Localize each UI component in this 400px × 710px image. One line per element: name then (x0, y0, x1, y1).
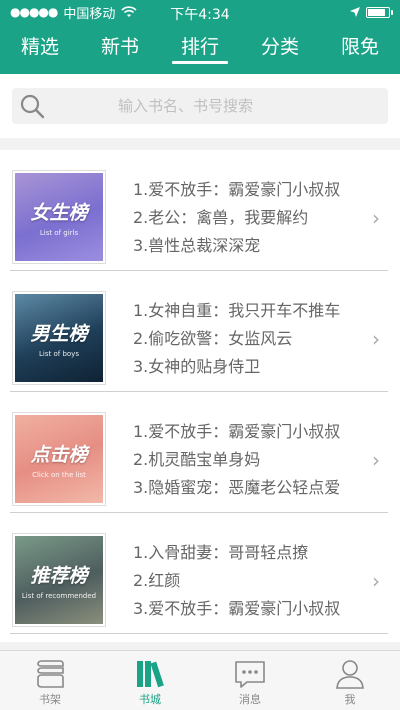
divider (10, 633, 388, 634)
message-icon (235, 661, 265, 688)
cover-subtitle: List of girls (39, 228, 79, 237)
tabbar-label: 消息 (239, 693, 261, 706)
chevron-right-icon: › (372, 569, 380, 593)
status-time: 下午4:34 (170, 7, 230, 23)
tabbar-bookshelf[interactable]: 书架 (5, 651, 95, 710)
ranking-list: 女生榜 List of girls 1.爱不放手：霸爱豪门小叔叔 2.老公：禽兽… (0, 150, 400, 642)
cover-title: 推荐榜 (30, 564, 88, 587)
tab-free[interactable]: 限免 (320, 28, 400, 66)
search-box[interactable] (12, 88, 388, 124)
ranking-line[interactable]: 1.女神自重：我只开车不推车 (133, 297, 383, 325)
search-area (0, 74, 400, 138)
cover-recommended: 推荐榜 List of recommended (12, 533, 106, 627)
profile-icon (336, 660, 364, 689)
battery-icon (366, 6, 393, 18)
ranking-line[interactable]: 2.红颜 (133, 567, 383, 595)
tab-categories[interactable]: 分类 (240, 28, 320, 66)
chevron-right-icon: › (372, 206, 380, 230)
ranking-line[interactable]: 3.女神的贴身侍卫 (133, 353, 383, 381)
search-icon (20, 94, 45, 119)
ranking-item-recommended[interactable]: 推荐榜 List of recommended 1.入骨甜妻：哥哥轻点撩 2.红… (0, 513, 400, 634)
cover-subtitle: List of recommended (21, 591, 97, 600)
tab-new-books[interactable]: 新书 (80, 28, 160, 66)
header: ●●●●● 中国移动 下午4:34 精选 新书 排行 分类 限免 (0, 0, 400, 74)
ranking-line[interactable]: 2.老公：禽兽，我要解约 (133, 204, 383, 232)
ranking-item-girls[interactable]: 女生榜 List of girls 1.爱不放手：霸爱豪门小叔叔 2.老公：禽兽… (0, 150, 400, 271)
cover-title: 男生榜 (30, 322, 88, 345)
chevron-right-icon: › (372, 448, 380, 472)
ranking-line[interactable]: 3.隐婚蜜宠：恶魔老公轻点爱 (133, 474, 383, 502)
cover-clicks: 点击榜 Click on the list (12, 412, 106, 506)
cover-title: 女生榜 (30, 201, 88, 224)
ranking-line[interactable]: 1.入骨甜妻：哥哥轻点撩 (133, 539, 383, 567)
cover-boys: 男生榜 List of boys (12, 291, 106, 385)
ranking-line[interactable]: 1.爱不放手：霸爱豪门小叔叔 (133, 176, 383, 204)
tabbar-label: 我 (344, 693, 356, 706)
chevron-right-icon: › (372, 327, 380, 351)
tabbar-messages[interactable]: 消息 (205, 651, 295, 710)
category-tabs: 精选 新书 排行 分类 限免 (0, 34, 400, 74)
ranking-line[interactable]: 3.爱不放手：霸爱豪门小叔叔 (133, 595, 383, 623)
search-input[interactable] (118, 97, 358, 115)
tabbar-bookstore[interactable]: 书城 (105, 651, 195, 710)
bookshelf-icon (37, 660, 64, 688)
tab-rankings[interactable]: 排行 (160, 28, 240, 66)
cover-girls: 女生榜 List of girls (12, 170, 106, 264)
ranking-line[interactable]: 1.爱不放手：霸爱豪门小叔叔 (133, 418, 383, 446)
cover-title: 点击榜 (30, 443, 88, 466)
ranking-line[interactable]: 2.机灵酷宝单身妈 (133, 446, 383, 474)
bookstore-icon (137, 661, 164, 688)
cover-subtitle: Click on the list (32, 470, 86, 479)
ranking-item-clicks[interactable]: 点击榜 Click on the list 1.爱不放手：霸爱豪门小叔叔 2.机… (0, 392, 400, 513)
tabbar-label: 书城 (139, 693, 161, 706)
ranking-line[interactable]: 3.兽性总裁深深宠 (133, 232, 383, 260)
bottom-tab-bar: 书架 书城 消息 我 (0, 650, 400, 710)
tabbar-label: 书架 (39, 693, 61, 706)
tab-featured[interactable]: 精选 (0, 28, 80, 66)
ranking-item-boys[interactable]: 男生榜 List of boys 1.女神自重：我只开车不推车 2.偷吃欲警：女… (0, 271, 400, 392)
status-bar: ●●●●● 中国移动 下午4:34 (0, 0, 400, 24)
tabbar-profile[interactable]: 我 (305, 651, 395, 710)
ranking-line[interactable]: 2.偷吃欲警：女监风云 (133, 325, 383, 353)
cover-subtitle: List of boys (39, 349, 79, 358)
